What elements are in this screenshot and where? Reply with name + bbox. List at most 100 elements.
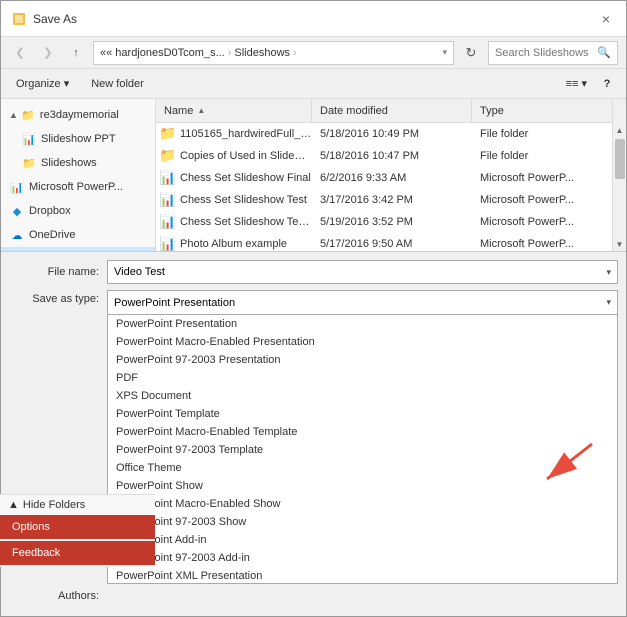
breadcrumb[interactable]: «« hardjonesD0Tcom_s... › Slideshows › ▾ [93,41,454,65]
filename-dropdown-arrow: ▾ [606,267,611,278]
view-arrow: ▾ [581,78,587,90]
table-row[interactable]: 📊 Chess Set Slideshow Test 3/17/2016 3:4… [156,189,612,211]
tree-item-slideshows[interactable]: 📁 Slideshows [1,151,155,175]
save-as-dialog: Save As × ❮ ❯ ↑ «« hardjonesD0Tcom_s... … [0,0,627,617]
ppt-icon: 📊 [156,236,180,252]
refresh-button[interactable]: ↻ [460,42,482,64]
options-button[interactable]: Options [0,515,155,539]
dropdown-option[interactable]: PowerPoint 97-2003 Show [108,513,617,531]
table-row[interactable]: 📊 Chess Set Slideshow Final 6/2/2016 9:3… [156,167,612,189]
tree-item-onedrive[interactable]: ☁ OneDrive [1,223,155,247]
tree-item-slideshow-ppt[interactable]: 📊 Slideshow PPT [1,127,155,151]
organize-button[interactable]: Organize ▾ [9,74,76,93]
organize-label: Organize [16,78,61,90]
ppt-icon: 📊 [9,179,25,195]
file-list: 📁 1105165_hardwiredFull_MT 5/18/2016 10:… [156,123,612,251]
folder-icon: 📁 [20,107,36,123]
search-box: 🔍 [488,41,618,65]
col-name-label: Name [164,105,193,117]
filename-value: Video Test [114,266,165,278]
file-date: 5/18/2016 10:49 PM [312,128,472,140]
dropdown-option[interactable]: Office Theme [108,459,617,477]
organize-arrow: ▾ [64,78,70,90]
table-row[interactable]: 📊 Photo Album example 5/17/2016 9:50 AM … [156,233,612,251]
dropdown-option[interactable]: PowerPoint 97-2003 Add-in [108,549,617,567]
scrollbar-header [612,99,626,123]
hide-folders-row: ▲ Hide Folders [0,494,155,515]
dialog-title: Save As [33,12,596,26]
file-name: Chess Set Slideshow Test [180,194,312,206]
file-date: 3/17/2016 3:42 PM [312,194,472,206]
breadcrumb-current: Slideshows [234,47,290,59]
forward-button[interactable]: ❯ [37,42,59,64]
col-type-header[interactable]: Type [472,99,612,122]
scroll-thumb [615,139,625,179]
dropdown-option[interactable]: PowerPoint XML Presentation [108,567,617,584]
tree-item-microsoft-powerp[interactable]: 📊 Microsoft PowerP... [1,175,155,199]
col-name-header[interactable]: Name ▲ [156,99,312,122]
vertical-scrollbar[interactable]: ▲ ▼ [612,123,626,251]
dropdown-option[interactable]: PowerPoint Show [108,477,617,495]
dropdown-option[interactable]: XPS Document [108,387,617,405]
dropdown-option[interactable]: PowerPoint 97-2003 Presentation [108,351,617,369]
breadcrumb-expand[interactable]: ▾ [442,47,447,58]
help-button[interactable]: ? [596,73,618,95]
toolbar: ❮ ❯ ↑ «« hardjonesD0Tcom_s... › Slidesho… [1,37,626,69]
file-name: Copies of Used in SlideShow [180,150,312,162]
view-button[interactable]: ≡≡ ▾ [561,73,592,95]
savetype-arrow: ▾ [606,297,611,308]
new-folder-button[interactable]: New folder [84,75,151,93]
dropdown-option[interactable]: PowerPoint Macro-Enabled Presentation [108,333,617,351]
dropdown-option[interactable]: PowerPoint Macro-Enabled Show [108,495,617,513]
table-row[interactable]: 📊 Chess Set Slideshow Test2 5/19/2016 3:… [156,211,612,233]
dropdown-option[interactable]: PDF [108,369,617,387]
dropdown-option[interactable]: PowerPoint 97-2003 Template [108,441,617,459]
filename-input[interactable]: Video Test ▾ [107,260,618,284]
title-bar: Save As × [1,1,626,37]
table-row[interactable]: 📁 Copies of Used in SlideShow 5/18/2016 … [156,145,612,167]
close-button[interactable]: × [596,9,616,29]
sort-arrow: ▲ [197,106,205,115]
up-button[interactable]: ↑ [65,42,87,64]
file-date: 6/2/2016 9:33 AM [312,172,472,184]
expand-arrow: ▲ [9,110,18,120]
savetype-list: PowerPoint PresentationPowerPoint Macro-… [107,314,618,584]
file-date: 5/19/2016 3:52 PM [312,216,472,228]
tree-item-dropbox[interactable]: ◆ Dropbox [1,199,155,223]
savetype-selected[interactable]: PowerPoint Presentation ▾ [107,290,618,314]
search-icon: 🔍 [597,46,611,59]
file-name: Chess Set Slideshow Test2 [180,216,312,228]
back-button[interactable]: ❮ [9,42,31,64]
tree-item-label: Slideshow PPT [41,133,116,145]
dropdown-option[interactable]: PowerPoint Add-in [108,531,617,549]
file-name: Photo Album example [180,238,312,250]
dropdown-option[interactable]: PowerPoint Presentation [108,315,617,333]
view-icon: ≡≡ [566,78,579,90]
feedback-button[interactable]: Feedback [0,541,155,565]
onedrive-icon: ☁ [9,227,25,243]
folder-icon: 📁 [156,125,180,142]
savetype-dropdown: PowerPoint Presentation ▾ PowerPoint Pre… [107,290,618,584]
tree-item-re3daymemorial[interactable]: ▲ 📁 re3daymemorial [1,103,155,127]
action-bar: Organize ▾ New folder ≡≡ ▾ ? [1,69,626,99]
col-date-header[interactable]: Date modified [312,99,472,122]
file-date: 5/18/2016 10:47 PM [312,150,472,162]
tree-item-label: re3daymemorial [40,109,119,121]
search-input[interactable] [495,47,597,59]
authors-label: Authors: [9,590,99,602]
dropdown-option[interactable]: PowerPoint Macro-Enabled Template [108,423,617,441]
file-type: Microsoft PowerP... [472,216,612,228]
dropdown-option[interactable]: PowerPoint Template [108,405,617,423]
new-folder-label: New folder [91,78,144,90]
hide-folders-arrow: ▲ [8,499,19,511]
scroll-up-button[interactable]: ▲ [613,123,626,137]
table-row[interactable]: 📁 1105165_hardwiredFull_MT 5/18/2016 10:… [156,123,612,145]
file-type: File folder [472,150,612,162]
file-type: Microsoft PowerP... [472,194,612,206]
ppt-icon: 📊 [156,214,180,230]
tree-item-label: Microsoft PowerP... [29,181,123,193]
hide-folders-button[interactable]: ▲ Hide Folders [8,499,85,511]
scroll-down-button[interactable]: ▼ [613,237,626,251]
ppt-icon: 📊 [156,170,180,186]
main-content: ▲ 📁 re3daymemorial 📊 Slideshow PPT 📁 Sli… [1,99,626,251]
